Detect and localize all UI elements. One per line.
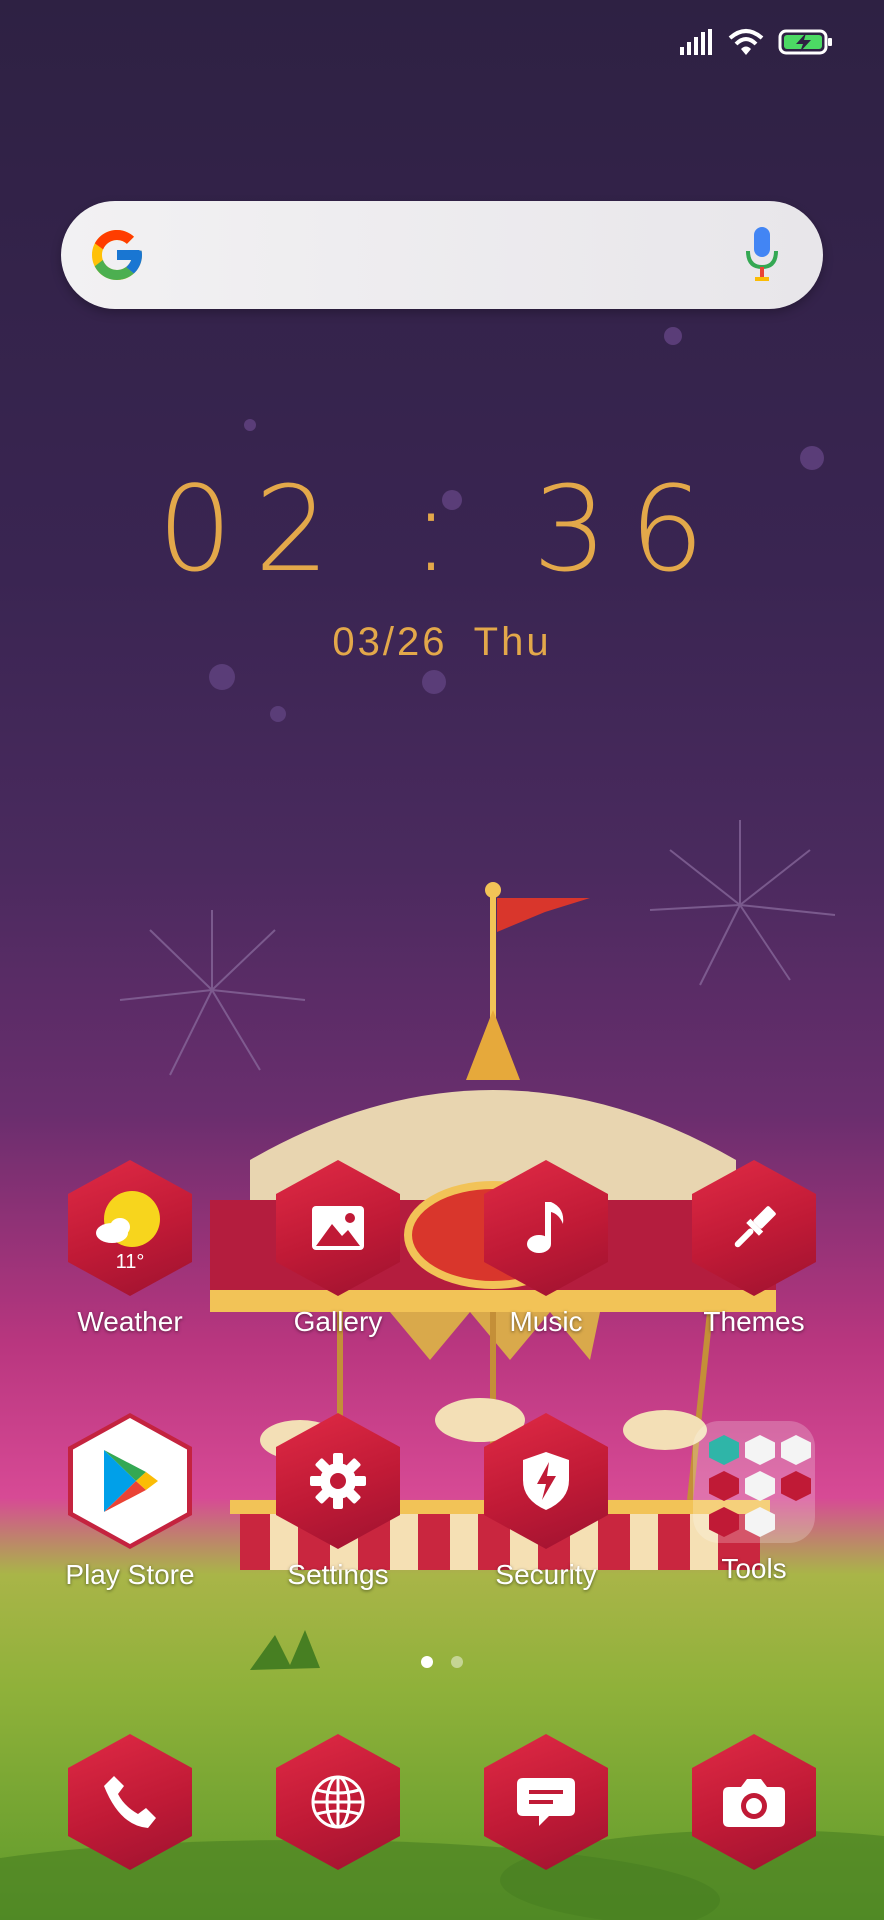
music-note-icon — [484, 1160, 608, 1296]
message-bubble-icon — [484, 1734, 608, 1870]
weather-icon: 11° — [68, 1160, 192, 1296]
google-search-bar[interactable] — [61, 201, 823, 309]
google-g-icon — [92, 230, 142, 280]
app-label: Themes — [703, 1306, 805, 1337]
app-label: Gallery — [293, 1306, 383, 1337]
dock-messages[interactable] — [446, 1734, 646, 1870]
battery-charging-icon — [778, 29, 832, 55]
app-gallery[interactable]: Gallery — [238, 1160, 438, 1338]
play-store-icon — [68, 1413, 192, 1549]
gallery-icon — [276, 1160, 400, 1296]
mini-app-icon — [709, 1507, 739, 1537]
mini-app-icon — [745, 1435, 775, 1465]
globe-icon — [276, 1734, 400, 1870]
signal-icon — [680, 29, 712, 55]
clock-time[interactable]: 02 : 36 — [0, 460, 884, 598]
folder-tools[interactable]: Tools — [654, 1413, 854, 1585]
page-dot-active[interactable] — [421, 1656, 433, 1668]
page-indicator — [0, 1656, 884, 1668]
mini-app-icon — [745, 1471, 775, 1501]
app-music[interactable]: Music — [446, 1160, 646, 1338]
app-security[interactable]: Security — [446, 1413, 646, 1591]
weather-temp: 11° — [116, 1251, 145, 1273]
dock-phone[interactable] — [30, 1734, 230, 1870]
app-label: Security — [495, 1559, 597, 1590]
phone-icon — [68, 1734, 192, 1870]
mini-app-icon — [745, 1507, 775, 1537]
dock-browser[interactable] — [238, 1734, 438, 1870]
mini-app-icon — [709, 1471, 739, 1501]
app-label: Weather — [77, 1306, 183, 1337]
date-value: 03/26 — [332, 620, 448, 664]
page-dot[interactable] — [451, 1656, 463, 1668]
mini-app-icon — [709, 1435, 739, 1465]
mini-app-icon — [781, 1471, 811, 1501]
paintbrush-icon — [692, 1160, 816, 1296]
camera-icon — [692, 1734, 816, 1870]
mini-app-icon — [781, 1435, 811, 1465]
tools-folder-icon — [693, 1421, 815, 1543]
day-value: Thu — [473, 620, 552, 664]
shield-bolt-icon — [484, 1413, 608, 1549]
mic-icon[interactable] — [745, 225, 779, 285]
clock-date[interactable]: 03/26 Thu — [0, 620, 884, 665]
wifi-icon — [728, 29, 764, 55]
app-themes[interactable]: Themes — [654, 1160, 854, 1338]
app-label: Play Store — [65, 1559, 195, 1590]
app-weather[interactable]: 11° Weather — [30, 1160, 230, 1338]
app-play-store[interactable]: Play Store — [30, 1413, 230, 1591]
app-label: Music — [509, 1306, 583, 1337]
app-settings[interactable]: Settings — [238, 1413, 438, 1591]
dock-camera[interactable] — [654, 1734, 854, 1870]
gear-icon — [276, 1413, 400, 1549]
app-label: Settings — [287, 1559, 389, 1590]
status-bar — [680, 22, 834, 62]
app-label: Tools — [721, 1553, 787, 1584]
